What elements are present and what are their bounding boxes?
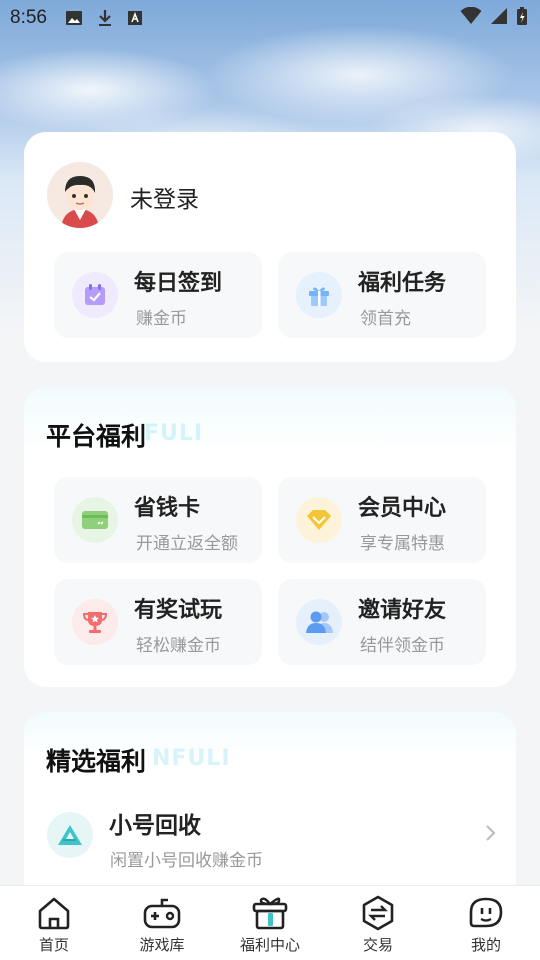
- gamepad-icon: [142, 894, 182, 932]
- daily-checkin-title: 每日签到: [134, 271, 223, 296]
- calendar-check-icon: [72, 272, 118, 318]
- home-icon: [36, 894, 72, 932]
- welfare-task-tile[interactable]: 福利任务 领首充: [278, 252, 486, 338]
- tab-welfare-center-label: 福利中心: [239, 936, 300, 954]
- member-center-subtitle: 享专属特惠: [360, 534, 445, 554]
- selected-welfare-title: 精选福利: [46, 747, 147, 776]
- tab-mine[interactable]: 我的: [432, 886, 540, 960]
- profile-face-icon: [468, 894, 504, 932]
- tab-mine-label: 我的: [470, 936, 501, 954]
- welfare-task-title: 福利任务: [358, 271, 447, 296]
- avatar[interactable]: [47, 162, 113, 228]
- platform-welfare-title: 平台福利: [46, 422, 147, 451]
- welfare-task-subtitle: 领首充: [360, 309, 411, 329]
- member-center-tile[interactable]: 会员中心 享专属特惠: [278, 477, 486, 563]
- bottom-tab-bar: 首页 游戏库 福利中心 交易 我的: [0, 885, 540, 960]
- card-icon: [72, 497, 118, 543]
- account-recycle-title: 小号回收: [109, 813, 201, 839]
- section-ghost-text: NFULI: [152, 746, 231, 771]
- saving-card-tile[interactable]: 省钱卡 开通立返全额: [54, 477, 262, 563]
- chevron-right-icon: [484, 824, 496, 846]
- exchange-icon: [360, 894, 396, 932]
- saving-card-subtitle: 开通立返全额: [136, 534, 238, 554]
- text-a-icon: [127, 10, 143, 26]
- image-icon: [65, 10, 83, 26]
- daily-checkin-tile[interactable]: 每日签到 赚金币: [54, 252, 262, 338]
- tab-home[interactable]: 首页: [0, 886, 108, 960]
- users-icon: [296, 599, 342, 645]
- username-label[interactable]: 未登录: [130, 180, 199, 214]
- member-center-title: 会员中心: [358, 496, 447, 521]
- status-time: 8:56: [10, 7, 47, 28]
- tab-home-label: 首页: [38, 936, 69, 954]
- trophy-icon: [72, 599, 118, 645]
- recycle-icon: [47, 812, 93, 858]
- invite-friends-tile[interactable]: 邀请好友 结伴领金币: [278, 579, 486, 665]
- invite-friends-title: 邀请好友: [358, 598, 447, 623]
- signal-icon: [490, 7, 508, 30]
- tab-trade[interactable]: 交易: [324, 886, 432, 960]
- account-recycle-subtitle: 闲置小号回收赚金币: [110, 851, 263, 871]
- diamond-icon: [296, 497, 342, 543]
- tab-game-library-label: 游戏库: [139, 936, 185, 954]
- battery-charging-icon: [516, 6, 528, 31]
- trial-play-title: 有奖试玩: [134, 598, 223, 623]
- status-bar: 8:56: [0, 0, 540, 36]
- tab-welfare-center[interactable]: 福利中心: [216, 886, 324, 960]
- gift-icon: [296, 272, 342, 318]
- gift-box-icon: [251, 894, 289, 932]
- trial-play-tile[interactable]: 有奖试玩 轻松赚金币: [54, 579, 262, 665]
- section-ghost-text: FULI: [144, 421, 204, 446]
- platform-welfare-card: FULI 平台福利 省钱卡 开通立返全额 会员中心 享专属特惠 有奖试玩 轻松赚…: [24, 387, 516, 687]
- tab-trade-label: 交易: [362, 936, 393, 954]
- saving-card-title: 省钱卡: [134, 496, 201, 521]
- invite-friends-subtitle: 结伴领金币: [360, 636, 445, 656]
- trial-play-subtitle: 轻松赚金币: [136, 636, 221, 656]
- daily-checkin-subtitle: 赚金币: [136, 309, 187, 329]
- profile-card: 未登录 每日签到 赚金币 福利任务 领首充: [24, 132, 516, 362]
- wifi-icon: [460, 6, 482, 30]
- tab-game-library[interactable]: 游戏库: [108, 886, 216, 960]
- account-recycle-item[interactable]: 小号回收 闲置小号回收赚金币: [24, 802, 516, 882]
- download-icon: [97, 9, 113, 27]
- selected-welfare-card: NFULI 精选福利 小号回收 闲置小号回收赚金币: [24, 712, 516, 912]
